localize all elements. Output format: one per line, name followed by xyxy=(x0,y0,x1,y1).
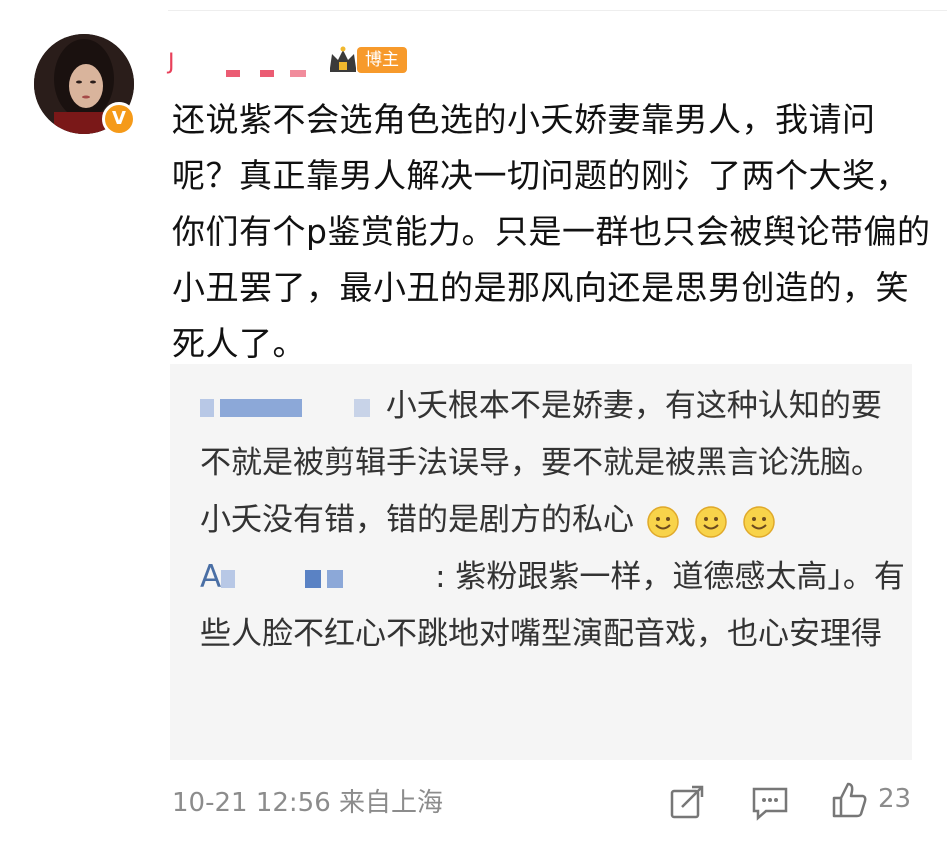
smile-emoji-icon xyxy=(647,505,679,538)
timestamp: 10-21 12:56 xyxy=(172,788,331,818)
redaction xyxy=(200,398,214,417)
smile-emoji-icon xyxy=(694,505,727,538)
redaction xyxy=(305,569,322,588)
reply1-text: 小夭根本不是娇妻，有这种认知的要不就是被剪辑手法误导，要不就是被黑言论洗脑。小夭… xyxy=(200,388,882,538)
redaction xyxy=(354,398,370,417)
redaction xyxy=(349,570,419,588)
quote-content: 小夭根本不是娇妻，有这种认知的要不就是被剪辑手法误导，要不就是被黑言论洗脑。小夭… xyxy=(200,378,905,663)
redaction xyxy=(226,70,240,77)
redaction xyxy=(241,570,299,588)
comment-icon[interactable] xyxy=(750,785,790,821)
redaction xyxy=(327,569,344,588)
reply2-username[interactable]: A xyxy=(200,559,221,595)
post-meta: 10-21 12:56 来自上海 xyxy=(172,782,443,819)
redaction xyxy=(260,70,274,77)
redaction xyxy=(308,399,348,417)
post-text: 还说紫不会选角色选的小夭娇妻靠男人，我请问呢？真正靠男人解决一切问题的刚氵了两个… xyxy=(172,100,931,363)
redaction xyxy=(290,70,306,77)
blogger-badge: 博主 xyxy=(357,47,407,73)
author-name[interactable]: J xyxy=(168,48,318,84)
quoted-replies[interactable]: 小夭根本不是娇妻，有这种认知的要不就是被剪辑手法误导，要不就是被黑言论洗脑。小夭… xyxy=(170,364,912,760)
share-icon[interactable] xyxy=(668,785,708,821)
verified-badge-icon: V xyxy=(102,102,136,136)
smile-emoji-icon xyxy=(742,505,775,538)
redaction xyxy=(221,569,236,588)
divider xyxy=(168,10,947,11)
like-icon[interactable] xyxy=(830,780,870,820)
author-name-visible: J xyxy=(168,50,175,75)
like-count: 23 xyxy=(878,784,912,814)
redaction xyxy=(220,398,302,417)
location: 来自上海 xyxy=(339,788,444,818)
crown-icon xyxy=(330,46,356,72)
